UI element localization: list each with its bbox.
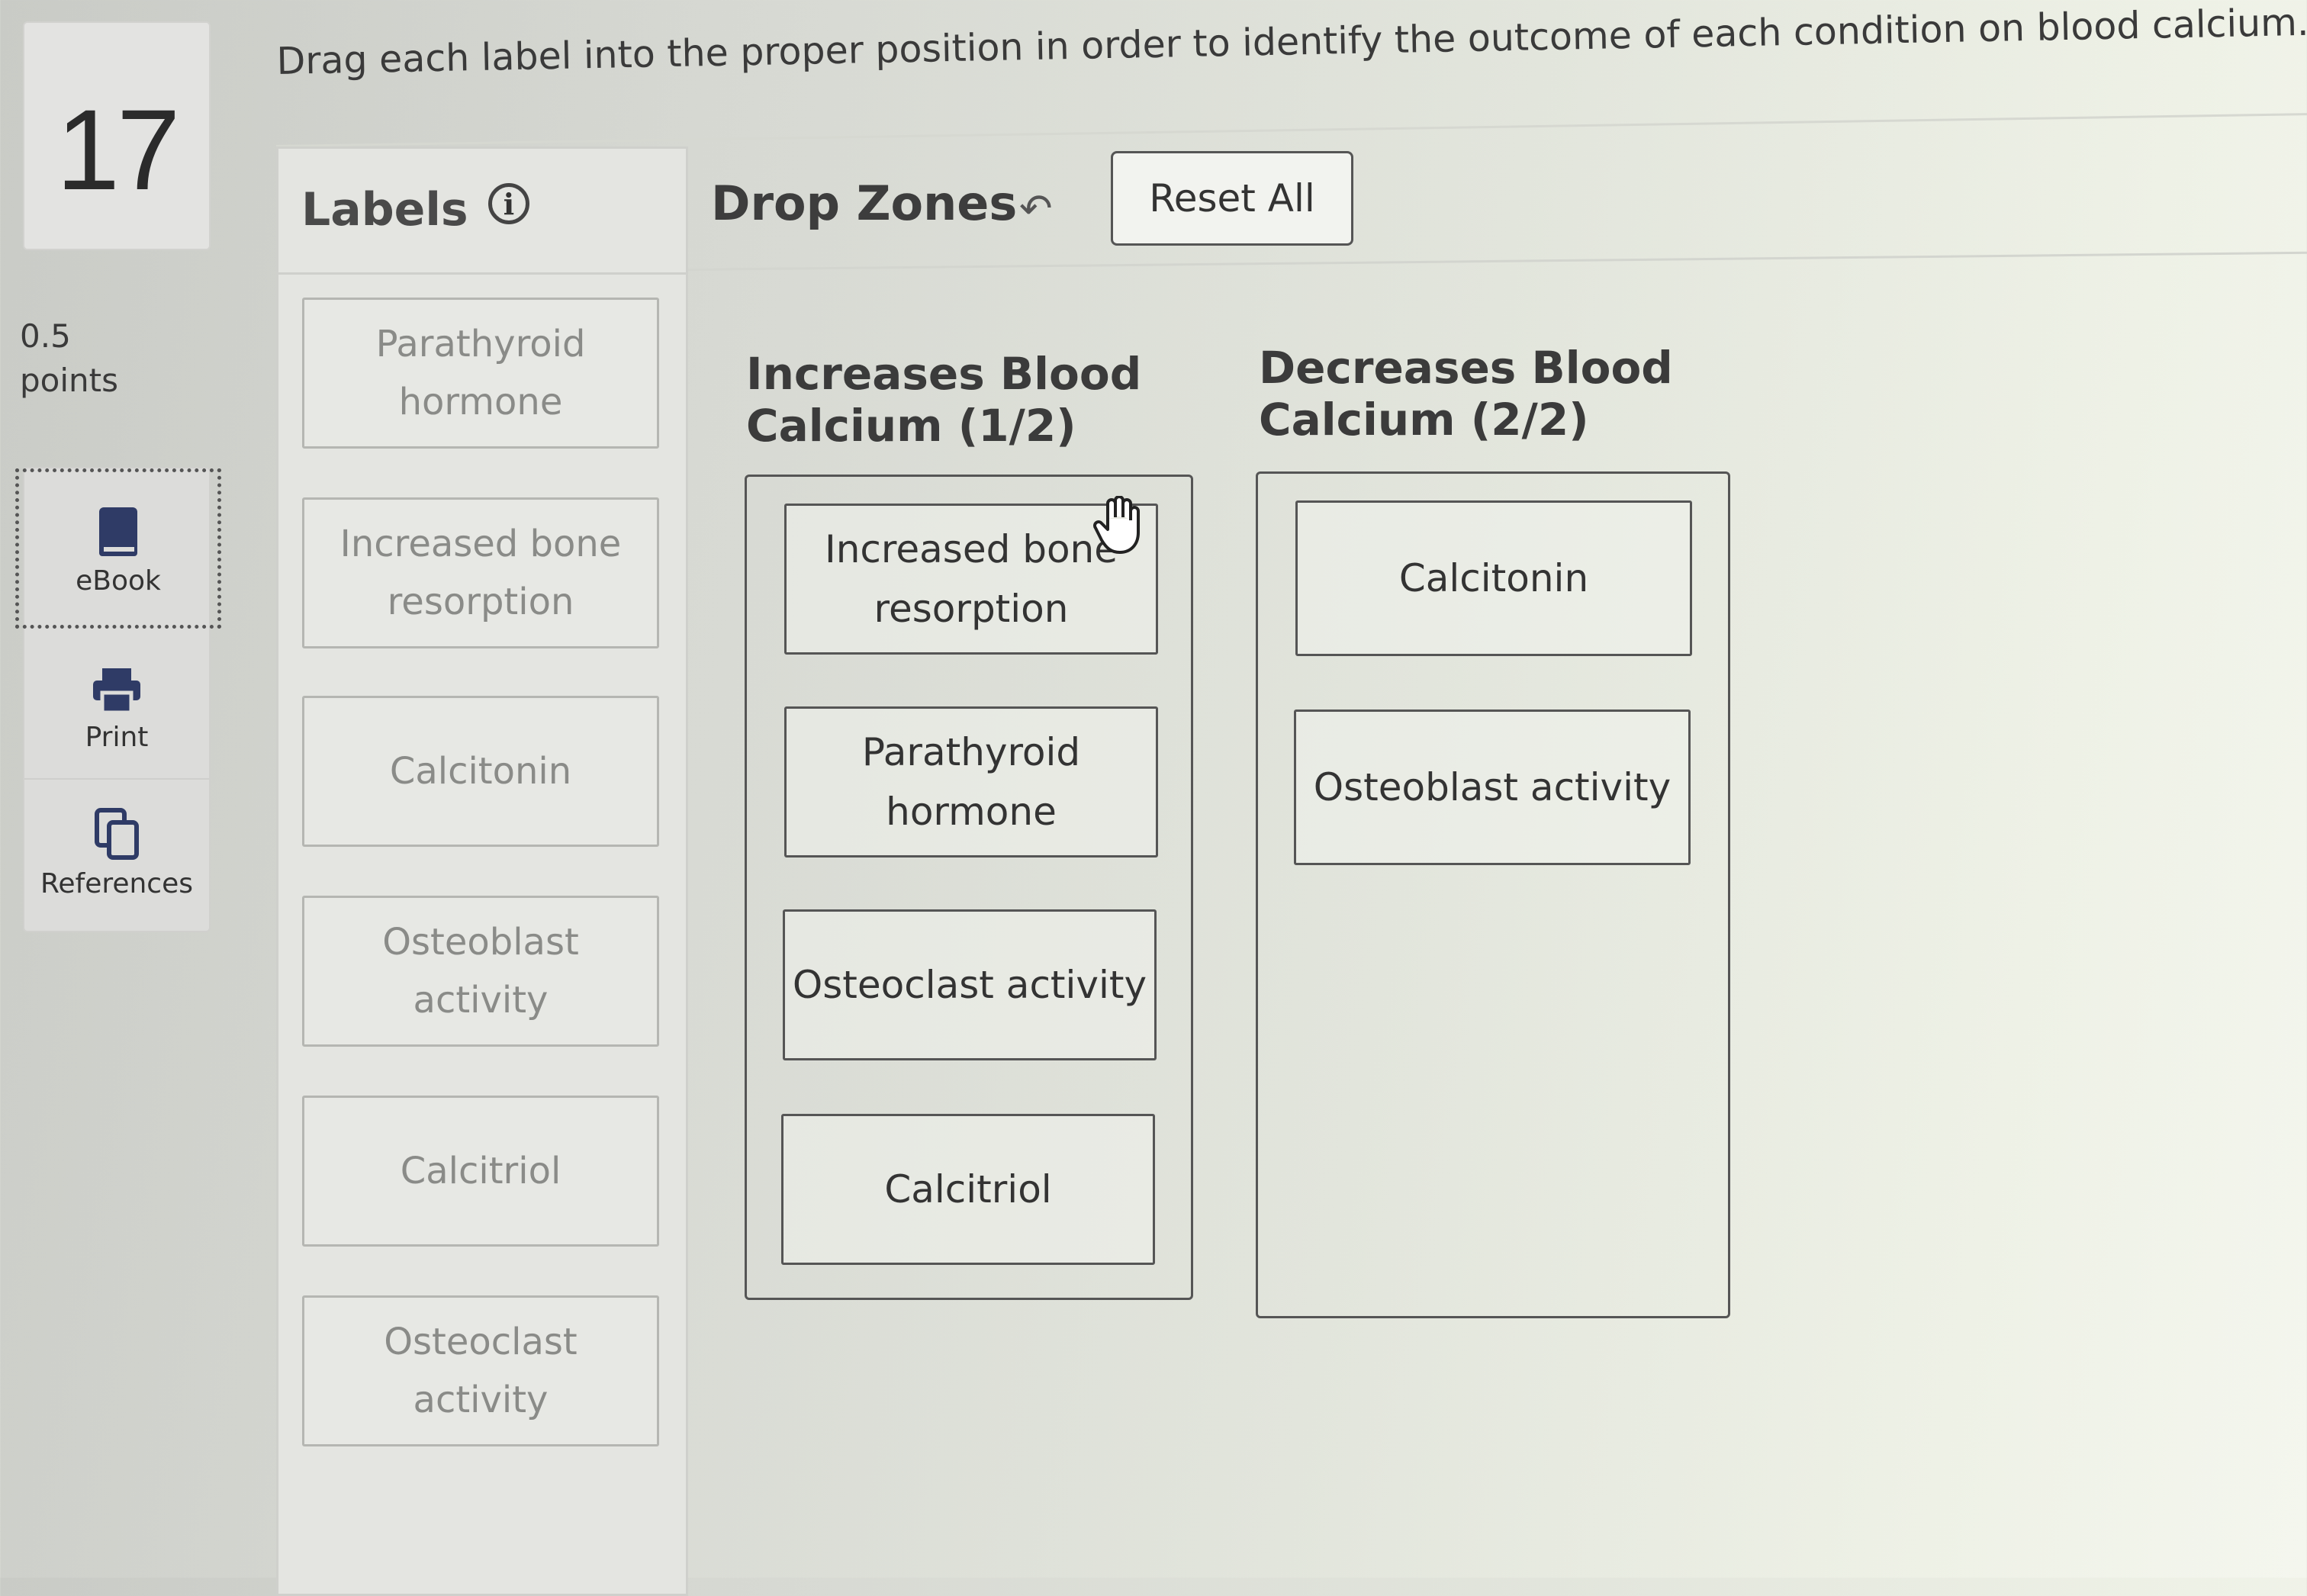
decreases-heading-line1: Decreases Blood [1259, 342, 1673, 394]
book-icon [99, 507, 137, 556]
points-value: 0.5 [20, 317, 71, 355]
printer-icon [93, 668, 140, 714]
label-card-osteoblast-activity[interactable]: Osteoblast activity [302, 896, 659, 1047]
label-card-calcitriol[interactable]: Calcitriol [302, 1096, 659, 1247]
increases-heading-line1: Increases Blood [746, 348, 1142, 400]
references-button[interactable]: References [24, 781, 209, 934]
info-icon[interactable]: i [488, 183, 529, 224]
undo-arrow-icon[interactable]: ↶ [1019, 186, 1053, 232]
placed-item-osteoclast-activity[interactable]: Osteoclast activity [783, 909, 1157, 1060]
labels-title: Labels [301, 183, 468, 237]
reset-all-button[interactable]: Reset All [1111, 151, 1353, 246]
copy-icon [95, 808, 139, 860]
increases-zone-heading: Increases Blood Calcium (1/2) [746, 348, 1141, 452]
decreases-zone-heading: Decreases Blood Calcium (2/2) [1259, 342, 1673, 446]
placed-item-calcitriol[interactable]: Calcitriol [781, 1114, 1155, 1265]
label-card-osteoclast-activity[interactable]: Osteoclast activity [302, 1295, 659, 1446]
instructions-text: Drag each label into the proper position… [276, 0, 2307, 83]
hand-cursor-icon [1093, 496, 1140, 554]
panel-top-divider [276, 112, 2307, 147]
points-label: points [20, 362, 118, 399]
print-label: Print [85, 722, 149, 753]
print-button[interactable]: Print [24, 642, 209, 780]
ebook-label: eBook [76, 565, 161, 597]
decreases-heading-line2: Calcium (2/2) [1259, 394, 1589, 446]
references-label: References [40, 868, 194, 899]
placed-item-calcitonin[interactable]: Calcitonin [1295, 500, 1692, 656]
placed-item-parathyroid-hormone[interactable]: Parathyroid hormone [784, 706, 1158, 858]
question-number-card: 17 [23, 21, 211, 250]
placed-item-osteoblast-activity[interactable]: Osteoblast activity [1294, 710, 1691, 865]
points-info: 0.5 points [20, 314, 118, 403]
drop-zones-header-divider [688, 250, 2307, 271]
ebook-button[interactable]: eBook [15, 468, 221, 629]
label-card-parathyroid-hormone[interactable]: Parathyroid hormone [302, 298, 659, 449]
question-number: 17 [56, 85, 181, 214]
tools-panel: eBook Print References [15, 467, 221, 934]
label-card-calcitonin[interactable]: Calcitonin [302, 696, 659, 847]
label-card-increased-bone-resorption[interactable]: Increased bone resorption [302, 497, 659, 648]
increases-heading-line2: Calcium (1/2) [746, 400, 1076, 452]
drop-zones-title: Drop Zones [711, 175, 1018, 231]
